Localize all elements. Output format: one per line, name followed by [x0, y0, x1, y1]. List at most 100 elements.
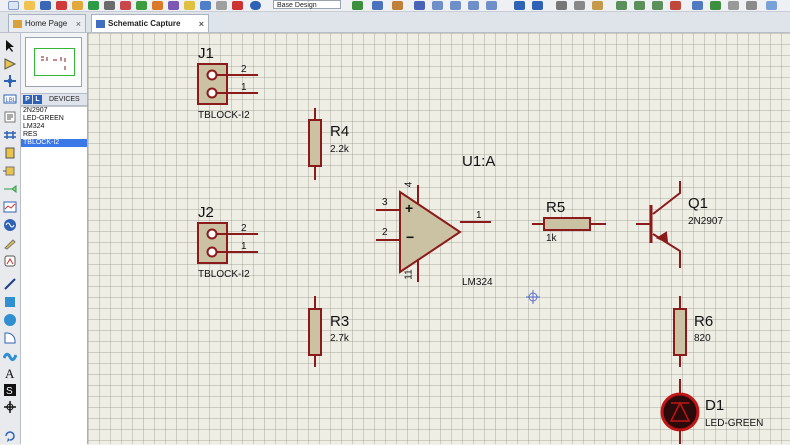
- graph-mode-icon[interactable]: [3, 200, 17, 214]
- origin-icon[interactable]: [392, 1, 403, 10]
- grid-icon[interactable]: [372, 1, 383, 10]
- wire-label-icon[interactable]: LBL: [3, 92, 17, 106]
- bom-icon[interactable]: [120, 1, 131, 10]
- report-icon[interactable]: [184, 1, 195, 10]
- u1-ref[interactable]: U1:A: [462, 153, 495, 170]
- pin-mode-icon[interactable]: [3, 182, 17, 196]
- component-mode-icon[interactable]: [3, 57, 17, 71]
- library-manager-button[interactable]: L: [33, 95, 42, 104]
- j1-ref[interactable]: J1: [198, 45, 214, 62]
- close-icon[interactable]: ×: [76, 15, 81, 33]
- overview-window[interactable]: [25, 37, 82, 87]
- circle-2d-icon[interactable]: [3, 313, 17, 327]
- code-icon[interactable]: [152, 1, 163, 10]
- save-icon[interactable]: [40, 1, 51, 10]
- d1-ref[interactable]: D1: [705, 397, 724, 414]
- notes-icon[interactable]: [216, 1, 227, 10]
- make-device-icon[interactable]: [710, 1, 721, 10]
- zoom-out-icon[interactable]: [450, 1, 461, 10]
- text-2d-icon[interactable]: A: [3, 366, 17, 380]
- r6-value[interactable]: 820: [694, 333, 711, 344]
- r4-value[interactable]: 2.2k: [330, 144, 349, 155]
- box-2d-icon[interactable]: [3, 295, 17, 309]
- new-file-icon[interactable]: [8, 1, 19, 10]
- j1-value[interactable]: TBLOCK-I2: [198, 110, 250, 121]
- text-script-icon[interactable]: [3, 110, 17, 124]
- paste-icon[interactable]: [592, 1, 603, 10]
- zoom-all-icon[interactable]: [468, 1, 479, 10]
- r3-value[interactable]: 2.7k: [330, 333, 349, 344]
- selection-mode-icon[interactable]: [3, 39, 17, 53]
- arc-2d-icon[interactable]: [3, 331, 17, 345]
- block-delete-icon[interactable]: [670, 1, 681, 10]
- j1-pin-bottom: 1: [241, 82, 247, 93]
- j2-ref[interactable]: J2: [198, 204, 214, 221]
- junction-mode-icon[interactable]: [3, 74, 17, 88]
- symbol-2d-icon[interactable]: S: [3, 383, 17, 397]
- probe-mode-icon[interactable]: [3, 236, 17, 250]
- schematic-icon[interactable]: [72, 1, 83, 10]
- r4-body: [308, 119, 322, 167]
- u1-pin-vee: 11: [403, 269, 415, 280]
- wire-autoroute-icon[interactable]: [746, 1, 757, 10]
- refresh-icon[interactable]: [352, 1, 363, 10]
- list-item-selected[interactable]: TBLOCK-I2: [21, 139, 87, 147]
- schematic-canvas[interactable]: J1 2 1 TBLOCK-I2 J2 2 1 TBLOCK-I2 R4 2.2…: [88, 33, 790, 444]
- zoom-in-icon[interactable]: [432, 1, 443, 10]
- q1-ref[interactable]: Q1: [688, 195, 708, 212]
- j2-pin2-hole: [206, 228, 218, 240]
- sim-icon[interactable]: [136, 1, 147, 10]
- bus-mode-icon[interactable]: [3, 128, 17, 142]
- pick-devices-button[interactable]: P: [23, 95, 32, 104]
- tab-home-page[interactable]: Home Page ×: [8, 14, 86, 32]
- path-2d-icon[interactable]: [3, 349, 17, 363]
- home-icon[interactable]: [56, 1, 67, 10]
- marker-2d-icon[interactable]: [3, 400, 17, 414]
- r4-ref[interactable]: R4: [330, 123, 349, 140]
- tab-label: Schematic Capture: [108, 19, 181, 28]
- exit-icon[interactable]: [232, 1, 243, 10]
- device-list-title: DEVICES: [49, 96, 80, 103]
- generator-mode-icon[interactable]: [3, 218, 17, 232]
- cursor-crosshair-lines: [526, 290, 540, 304]
- rotate-icon[interactable]: [3, 429, 17, 443]
- line-2d-icon[interactable]: [3, 277, 17, 291]
- close-icon[interactable]: ×: [199, 15, 204, 33]
- decompose-icon[interactable]: [728, 1, 739, 10]
- j2-value[interactable]: TBLOCK-I2: [198, 269, 250, 280]
- u1-value[interactable]: LM324: [462, 277, 493, 288]
- gerber-icon[interactable]: [104, 1, 115, 10]
- search-icon[interactable]: [766, 1, 777, 10]
- help-icon[interactable]: [250, 1, 261, 10]
- block-copy-icon[interactable]: [616, 1, 627, 10]
- list-item[interactable]: LED-GREEN: [21, 115, 87, 123]
- terminal-mode-icon[interactable]: [3, 164, 17, 178]
- open-folder-icon[interactable]: [24, 1, 35, 10]
- d1-value[interactable]: LED-GREEN: [705, 418, 763, 429]
- project-icon[interactable]: [200, 1, 211, 10]
- block-move-icon[interactable]: [634, 1, 645, 10]
- undo-icon[interactable]: [514, 1, 525, 10]
- r3-ref[interactable]: R3: [330, 313, 349, 330]
- r5-ref[interactable]: R5: [546, 199, 565, 216]
- j2-pin-top: 2: [241, 223, 247, 234]
- zoom-area-icon[interactable]: [486, 1, 497, 10]
- redo-icon[interactable]: [532, 1, 543, 10]
- cut-icon[interactable]: [556, 1, 567, 10]
- instrument-mode-icon[interactable]: [3, 254, 17, 268]
- list-item[interactable]: 2N2907: [21, 107, 87, 115]
- r5-value[interactable]: 1k: [546, 233, 557, 244]
- r6-ref[interactable]: R6: [694, 313, 713, 330]
- subcircuit-icon[interactable]: [3, 146, 17, 160]
- list-item[interactable]: LM324: [21, 123, 87, 131]
- pcb-icon[interactable]: [88, 1, 99, 10]
- q1-value[interactable]: 2N2907: [688, 216, 723, 227]
- pick-device-icon[interactable]: [692, 1, 703, 10]
- pan-icon[interactable]: [414, 1, 425, 10]
- list-item[interactable]: RES: [21, 131, 87, 139]
- copy-icon[interactable]: [574, 1, 585, 10]
- design-combo[interactable]: Base Design: [273, 0, 341, 9]
- block-rotate-icon[interactable]: [652, 1, 663, 10]
- library-icon[interactable]: [168, 1, 179, 10]
- tab-schematic-capture[interactable]: Schematic Capture ×: [91, 14, 209, 32]
